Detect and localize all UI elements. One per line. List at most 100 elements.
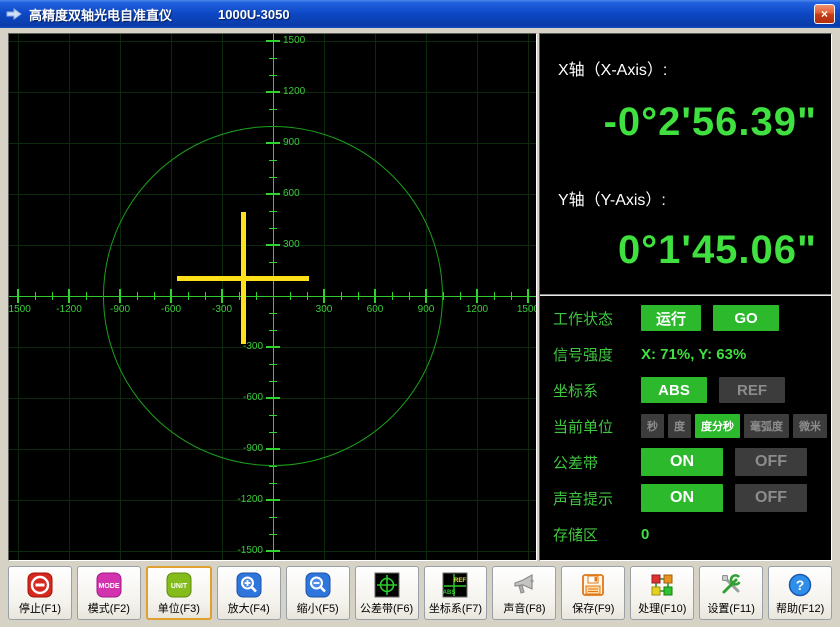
mode-button[interactable]: MODE 模式(F2) [77, 566, 141, 620]
y-axis-tick [269, 517, 277, 518]
y-axis-label: Y轴（Y-Axis）: [558, 186, 666, 210]
ref-button[interactable]: REF [719, 377, 785, 403]
coordinate-system-button[interactable]: REFABS坐标系(F7) [424, 566, 488, 620]
work-state-label: 工作状态 [553, 308, 641, 329]
zoom-out-button[interactable]: 缩小(F5) [286, 566, 350, 620]
x-tick-label: -1500 [8, 304, 31, 315]
sound-button[interactable]: 声音(F8) [492, 566, 556, 620]
x-axis-tick [86, 292, 87, 300]
unit-button[interactable]: UNIT 单位(F3) [146, 566, 212, 620]
unit-micron-button[interactable]: 微米 [793, 414, 827, 438]
x-axis-tick [68, 289, 70, 303]
unit-second-button[interactable]: 秒 [641, 414, 664, 438]
coordinate-system-label: 坐标系 [553, 380, 641, 401]
tolerance-band-row: 公差带 ON OFF [540, 444, 831, 480]
y-axis-tick [266, 91, 280, 93]
storage-row: 存储区 0 [540, 516, 831, 552]
unit-dms-button[interactable]: 度分秒 [695, 414, 740, 438]
toolbar-button-label: 公差带(F6) [360, 600, 413, 616]
status-rows: 工作状态 运行 GO 信号强度 X: 71%, Y: 63% 坐标系 ABS R… [540, 300, 831, 552]
tolerance-band-label: 公差带 [553, 452, 641, 473]
x-axis-tick [460, 292, 461, 300]
toolbar-button-label: 帮助(F12) [776, 600, 824, 616]
close-button[interactable]: × [814, 4, 835, 24]
unit-degree-button[interactable]: 度 [668, 414, 691, 438]
x-tick-label: -1200 [56, 304, 82, 315]
go-button[interactable]: GO [713, 305, 779, 331]
x-axis-tick [35, 292, 36, 300]
abs-button[interactable]: ABS [641, 377, 707, 403]
x-axis-label: X轴（X-Axis）: [558, 56, 667, 80]
svg-text:ABS: ABS [443, 590, 456, 596]
coordinate-system-row: 坐标系 ABS REF [540, 372, 831, 408]
settings-button[interactable]: 设置(F11) [699, 566, 763, 620]
settings-icon [717, 571, 745, 599]
function-toolbar: 停止(F1) MODE 模式(F2) UNIT 单位(F3) 放大(F4) 缩小(F5) 公差… [8, 566, 832, 620]
y-axis-tick [269, 534, 277, 535]
save-button[interactable]: 保存(F9) [561, 566, 625, 620]
readout-panel: X轴（X-Axis）: -0°2'56.39" Y轴（Y-Axis）: 0°1'… [539, 33, 832, 561]
signal-strength-value: X: 71%, Y: 63% [641, 346, 746, 363]
x-axis-tick [511, 292, 512, 300]
zoom-in-icon [235, 571, 263, 599]
crosshair-horizontal-arm [177, 276, 309, 281]
x-tick-label: 1500 [517, 304, 537, 315]
tolerance-off-button[interactable]: OFF [735, 448, 807, 476]
sound-on-button[interactable]: ON [641, 484, 723, 512]
toolbar-button-label: 放大(F4) [228, 600, 270, 616]
toolbar-button-label: 模式(F2) [88, 600, 130, 616]
sound-off-button[interactable]: OFF [735, 484, 807, 512]
svg-text:?: ? [796, 577, 805, 593]
run-button[interactable]: 运行 [641, 305, 701, 331]
window-model-number: 1000U-3050 [218, 7, 290, 22]
y-axis-value: 0°1'45.06" [618, 228, 817, 273]
sound-icon [510, 571, 538, 599]
toolbar-button-label: 保存(F9) [572, 600, 614, 616]
y-axis-tick [269, 109, 277, 110]
zoom-in-button[interactable]: 放大(F4) [217, 566, 281, 620]
title-bar: 高精度双轴光电自准直仪 1000U-3050 × [0, 0, 840, 28]
mode-icon: MODE [95, 571, 123, 599]
toolbar-button-label: 处理(F10) [638, 600, 686, 616]
storage-label: 存储区 [553, 524, 641, 545]
zoom-out-icon [304, 571, 332, 599]
toolbar-button-label: 停止(F1) [19, 600, 61, 616]
tolerance-band-button[interactable]: 公差带(F6) [355, 566, 419, 620]
y-axis-tick [266, 499, 280, 501]
panel-divider [540, 294, 831, 296]
x-axis-tick [494, 292, 495, 300]
tolerance-on-button[interactable]: ON [641, 448, 723, 476]
window-title: 高精度双轴光电自准直仪 [29, 5, 172, 24]
y-axis-tick [266, 40, 280, 42]
x-axis-tick [52, 292, 53, 300]
plot-area: -1500-1200-900-600-30030060090012001500-… [8, 33, 537, 561]
help-button[interactable]: ? 帮助(F12) [768, 566, 832, 620]
y-tick-label: -1500 [237, 545, 263, 556]
unit-mrad-button[interactable]: 毫弧度 [744, 414, 789, 438]
y-tick-label: 1500 [283, 35, 305, 46]
sound-prompt-row: 声音提示 ON OFF [540, 480, 831, 516]
svg-text:MODE: MODE [98, 583, 119, 590]
x-axis-value: -0°2'56.39" [604, 100, 817, 145]
toolbar-button-label: 设置(F11) [707, 600, 754, 616]
toolbar-button-label: 坐标系(F7) [429, 600, 482, 616]
current-unit-row: 当前单位 秒 度 度分秒 毫弧度 微米 [540, 408, 831, 444]
svg-text:UNIT: UNIT [171, 583, 188, 590]
process-button[interactable]: 处理(F10) [630, 566, 694, 620]
sound-prompt-label: 声音提示 [553, 488, 641, 509]
signal-strength-label: 信号强度 [553, 344, 641, 365]
work-state-row: 工作状态 运行 GO [540, 300, 831, 336]
y-axis-tick [269, 75, 277, 76]
toolbar-button-label: 缩小(F5) [297, 600, 339, 616]
save-icon [579, 571, 607, 599]
unit-icon: UNIT [165, 571, 193, 599]
stop-button[interactable]: 停止(F1) [8, 566, 72, 620]
storage-value: 0 [641, 526, 649, 543]
tolerance-band-icon [373, 571, 401, 599]
tolerance-circle [103, 126, 443, 466]
coordinate-system-icon: REFABS [441, 571, 469, 599]
x-axis-tick [476, 289, 478, 303]
toolbar-button-label: 单位(F3) [158, 600, 200, 616]
x-axis-tick [527, 289, 529, 303]
x-tick-label: 1200 [466, 304, 488, 315]
